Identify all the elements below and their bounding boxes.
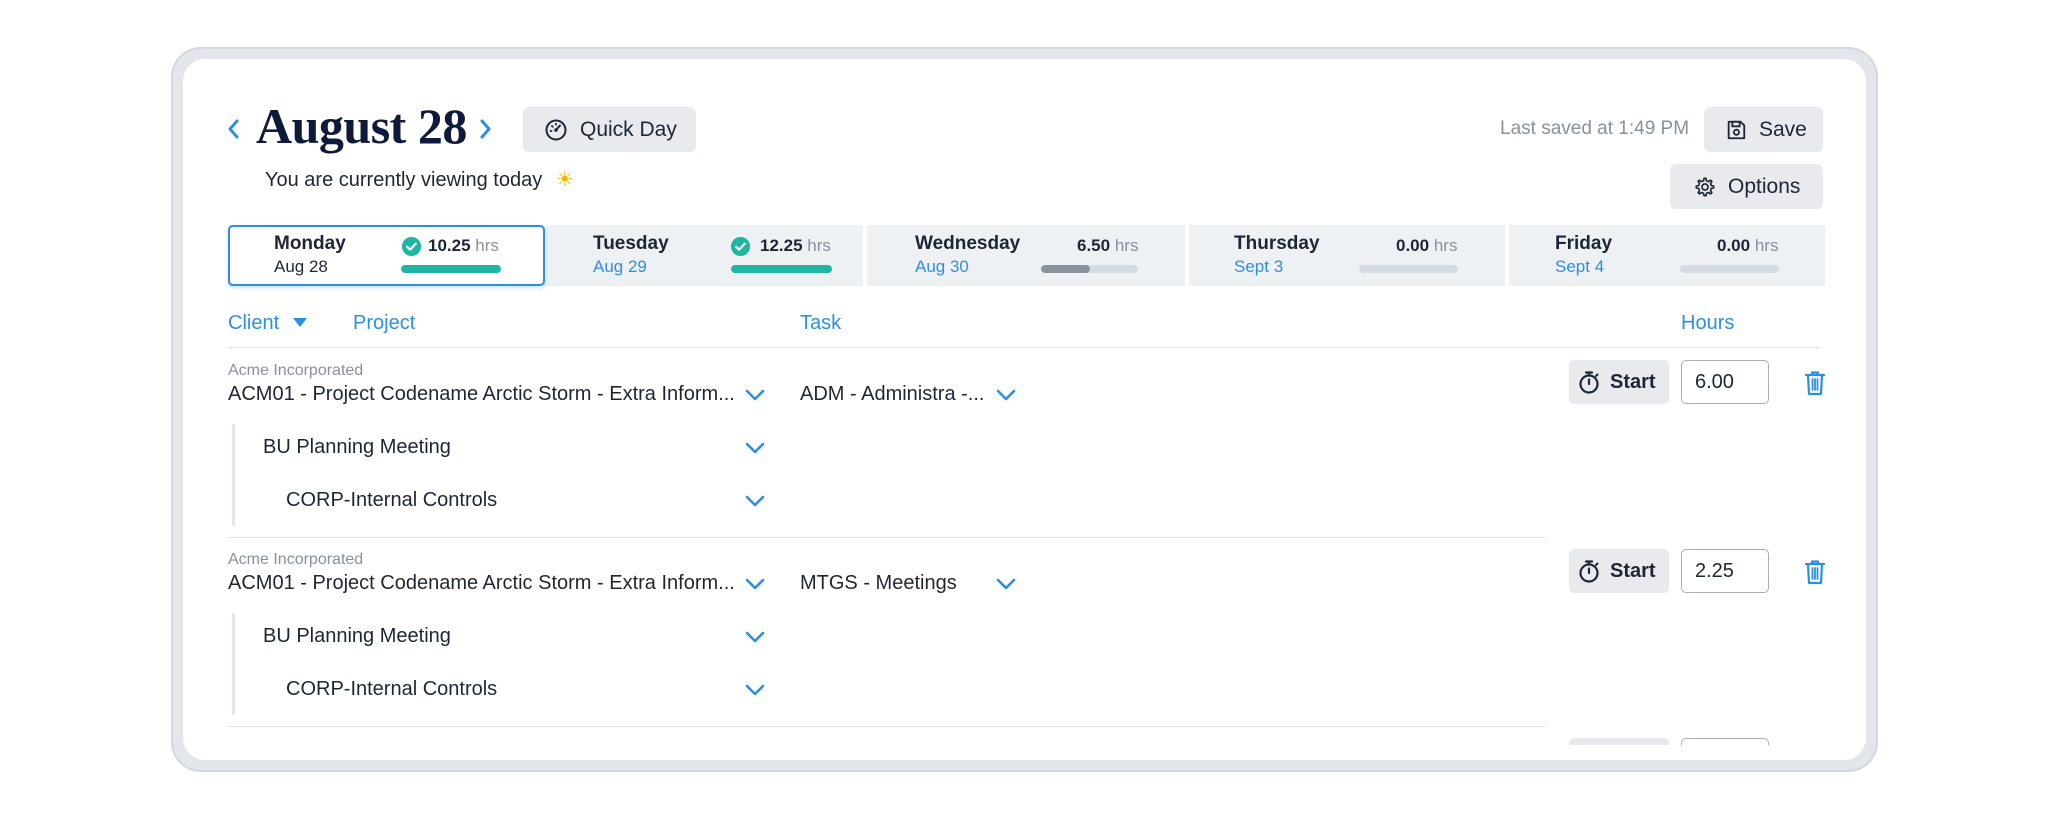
day-progress-bar: [1680, 265, 1779, 273]
stopwatch-icon: [1579, 560, 1599, 583]
chevron-down-icon[interactable]: [744, 683, 766, 697]
day-name: Thursday: [1234, 233, 1320, 254]
stopwatch-icon: [1579, 371, 1599, 394]
quick-day-label: Quick Day: [580, 117, 677, 141]
viewing-status: You are currently viewing today ☀: [265, 167, 574, 192]
day-progress-bar: [1041, 265, 1138, 273]
day-hours: 0.00 hrs: [1717, 236, 1779, 255]
client-column-header[interactable]: Client: [228, 312, 307, 335]
last-saved-text: Last saved at 1:49 PM: [1500, 118, 1690, 139]
nesting-indicator: [232, 424, 235, 526]
chevron-right-icon[interactable]: [473, 117, 497, 141]
day-hours: 10.25 hrs: [428, 236, 499, 255]
start-timer-button[interactable]: Start: [1569, 360, 1669, 404]
day-name: Tuesday: [593, 233, 669, 254]
chevron-down-icon[interactable]: [995, 577, 1017, 591]
start-timer-button-partial[interactable]: [1569, 738, 1669, 745]
chevron-left-icon[interactable]: [222, 117, 246, 141]
day-progress-bar: [401, 265, 501, 273]
sub-task-select[interactable]: CORP-Internal Controls: [286, 678, 497, 701]
task-select[interactable]: ADM - Administra -...: [800, 383, 984, 406]
page-title: August 28: [256, 98, 467, 154]
timesheet-card: [183, 59, 1866, 760]
day-progress-bar: [1359, 265, 1458, 273]
project-column-header[interactable]: Project: [353, 312, 415, 335]
trash-icon[interactable]: [1804, 370, 1826, 396]
start-label: Start: [1610, 370, 1656, 393]
day-name: Monday: [274, 233, 346, 254]
chevron-down-icon[interactable]: [995, 388, 1017, 402]
quick-day-button[interactable]: Quick Day: [523, 107, 696, 152]
hours-input-partial[interactable]: [1681, 738, 1769, 745]
chevron-down-icon[interactable]: [744, 630, 766, 644]
start-timer-button[interactable]: Start: [1569, 549, 1669, 593]
row-divider: [228, 537, 1545, 538]
sub-project-select[interactable]: BU Planning Meeting: [263, 436, 451, 459]
day-date: Aug 29: [593, 257, 647, 276]
save-button[interactable]: Save: [1704, 107, 1823, 152]
viewing-text: You are currently viewing today: [265, 169, 543, 191]
speedometer-icon: [545, 119, 567, 140]
client-name: Acme Incorporated: [228, 551, 364, 568]
options-button[interactable]: Options: [1670, 164, 1823, 209]
day-name: Friday: [1555, 233, 1613, 254]
sub-project-select[interactable]: BU Planning Meeting: [263, 625, 451, 648]
chevron-down-icon[interactable]: [744, 388, 766, 402]
day-hours: 0.00 hrs: [1396, 236, 1458, 255]
sun-icon: ☀: [555, 169, 574, 191]
check-circle-icon: [730, 236, 751, 257]
day-hours: 12.25 hrs: [760, 236, 831, 255]
sort-down-icon: [292, 318, 307, 327]
day-date: Aug 28: [274, 257, 328, 276]
row-divider: [228, 726, 1545, 727]
project-select[interactable]: ACM01 - Project Codename Arctic Storm - …: [228, 383, 735, 406]
chevron-down-icon[interactable]: [744, 494, 766, 508]
options-label: Options: [1728, 174, 1801, 198]
day-date: Sept 3: [1234, 257, 1284, 276]
save-label: Save: [1759, 117, 1807, 141]
floppy-disk-icon: [1727, 120, 1746, 139]
nesting-indicator: [232, 613, 235, 715]
project-select[interactable]: ACM01 - Project Codename Arctic Storm - …: [228, 572, 735, 595]
day-name: Wednesday: [915, 233, 1021, 254]
header-divider: [228, 347, 1820, 348]
day-date: Sept 4: [1555, 257, 1605, 276]
day-hours: 6.50 hrs: [1077, 236, 1139, 255]
chevron-down-icon[interactable]: [744, 577, 766, 591]
hours-input[interactable]: 2.25: [1681, 549, 1769, 593]
hours-input[interactable]: 6.00: [1681, 360, 1769, 404]
sub-task-select[interactable]: CORP-Internal Controls: [286, 489, 497, 512]
day-date: Aug 30: [915, 257, 969, 276]
gear-icon: [1695, 176, 1715, 197]
task-select[interactable]: MTGS - Meetings: [800, 572, 957, 595]
start-label: Start: [1610, 559, 1656, 582]
hours-column-header: Hours: [1681, 312, 1735, 334]
client-name: Acme Incorporated: [228, 362, 364, 379]
day-progress-bar: [731, 265, 832, 273]
chevron-down-icon[interactable]: [744, 441, 766, 455]
task-column-header[interactable]: Task: [800, 312, 841, 335]
check-circle-icon: [401, 236, 422, 257]
trash-icon[interactable]: [1804, 559, 1826, 585]
